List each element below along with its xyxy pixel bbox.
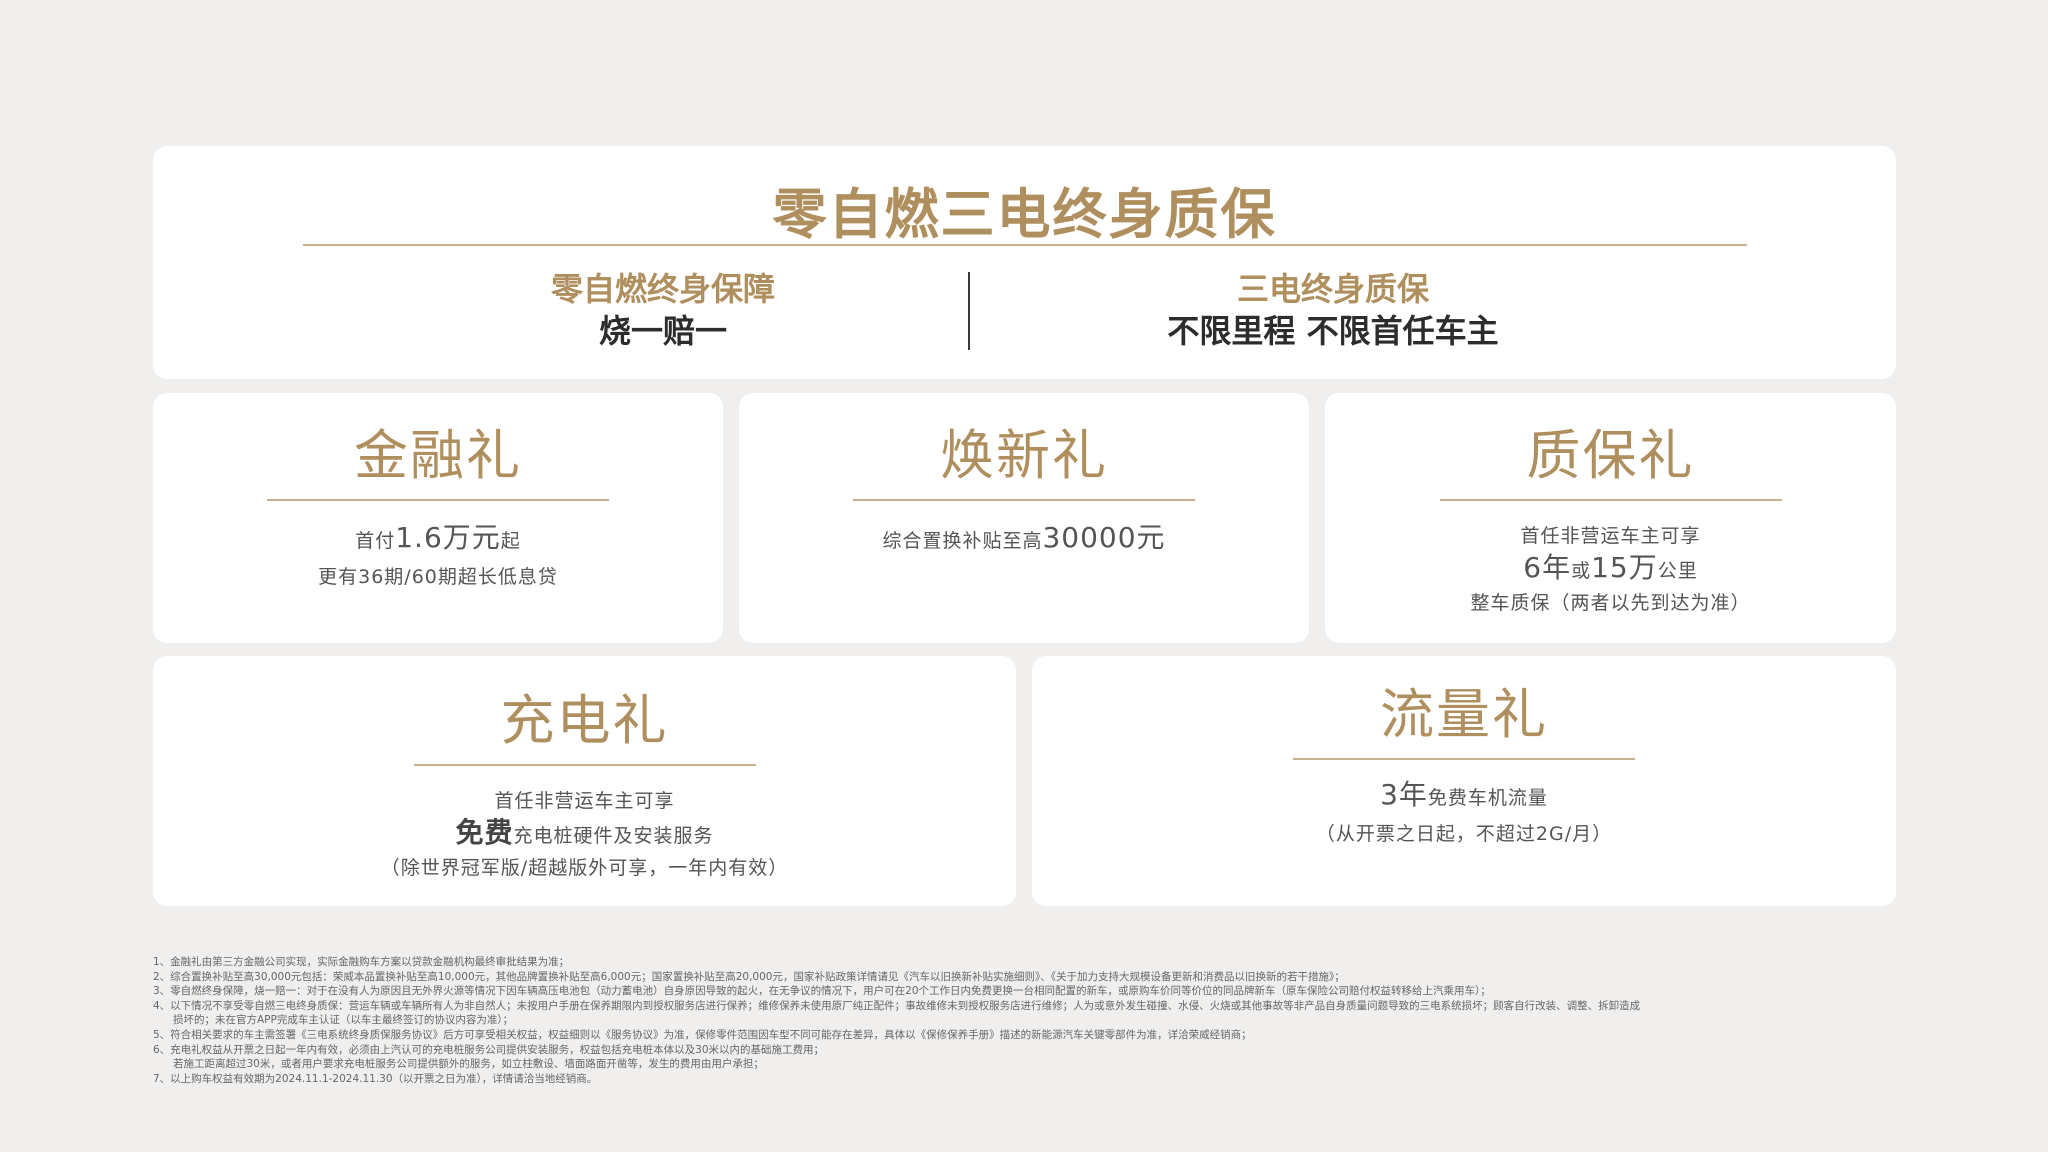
footnote: 若施工距离超过30米，或者用户要求充电桩服务公司提供额外的服务，如立柱敷设、墙面… <box>173 1058 764 1071</box>
charging-note-line: （除世界冠军版/超越版外可享，一年内有效） <box>380 857 789 879</box>
warranty-unit: 公里 <box>1657 560 1698 582</box>
down-payment-suffix: 起 <box>500 530 521 552</box>
footnote: 1、金融礼由第三方金融公司实现，实际金融购车方案以贷款金融机构最终审批结果为准； <box>153 956 570 968</box>
finance-gift-card: 金融礼 首付1.6万元起 更有36期/60期超长低息贷 <box>153 393 723 643</box>
eligibility-line: 首任非营运车主可享 <box>494 790 675 812</box>
renewal-gift-card: 焕新礼 综合置换补贴至高30000元 <box>739 393 1309 643</box>
no-self-ignition-heading: 零自燃终身保障 <box>550 270 775 308</box>
title-divider <box>1439 499 1782 501</box>
down-payment-prefix: 首付 <box>355 530 396 552</box>
vertical-divider <box>968 272 970 350</box>
charging-gift-card: 充电礼 首任非营运车主可享 免费充电桩硬件及安装服务 （除世界冠军版/超越版外可… <box>153 656 1016 906</box>
card-title: 零自燃三电终身质保 <box>772 183 1277 246</box>
data-gift-title: 流量礼 <box>1380 683 1548 746</box>
warranty-years: 6年 <box>1523 551 1572 584</box>
footnote: 6、充电礼权益从开票之日起一年内有效，必须由上汽认可的充电桩服务公司提供安装服务… <box>153 1043 825 1056</box>
footnote: 4、以下情况不享受零自燃三电终身质保：营运车辆或车辆所有人为非自然人；未按用户手… <box>153 999 1641 1012</box>
renewal-gift-title: 焕新礼 <box>940 424 1108 487</box>
finance-gift-body: 首付1.6万元起 更有36期/60期超长低息贷 <box>153 517 723 592</box>
footnote: 3、零自燃终身保障，烧一赔一：对于在没有人为原因且无外界火源等情况下因车辆高压电… <box>153 985 1491 998</box>
lifetime-warranty-card: 零自燃三电终身质保 零自燃终身保障 烧一赔一 三电终身质保 不限里程 不限首任车… <box>153 146 1896 379</box>
charger-service-text: 充电桩硬件及安装服务 <box>513 825 714 847</box>
charging-gift-title: 充电礼 <box>500 689 669 752</box>
warranty-distance: 15万 <box>1591 551 1658 584</box>
warranty-or: 或 <box>1571 560 1592 582</box>
renewal-gift-body: 综合置换补贴至高30000元 <box>739 517 1309 562</box>
free-label: 免费 <box>455 816 514 849</box>
footnote: 7、以上购车权益有效期为2024.11.1-2024.11.30（以开票之日为准… <box>153 1072 598 1085</box>
warranty-note-line: 整车质保（两者以先到达为准） <box>1470 592 1751 614</box>
title-divider <box>413 764 756 766</box>
data-suffix: 免费车机流量 <box>1427 787 1548 809</box>
no-self-ignition-body: 烧一赔一 <box>598 312 727 350</box>
data-term-line: 3年免费车机流量 <box>1032 774 1896 819</box>
warranty-gift-title: 质保礼 <box>1526 424 1695 487</box>
data-note-line: （从开票之日起，不超过2G/月） <box>1315 823 1613 845</box>
data-years: 3年 <box>1380 778 1428 811</box>
footnote: 5、符合相关要求的车主需签署《三电系统终身质保服务协议》后方可享受相关权益，权益… <box>153 1028 1252 1041</box>
trade-in-line: 综合置换补贴至高30000元 <box>739 517 1309 562</box>
no-self-ignition-block: 零自燃终身保障 烧一赔一 <box>443 268 883 352</box>
loan-line: 更有36期/60期超长低息贷 <box>318 566 558 588</box>
trade-in-prefix: 综合置换补贴至高 <box>882 530 1043 552</box>
trade-in-value: 30000元 <box>1042 521 1166 554</box>
charging-gift-body: 首任非营运车主可享 免费充电桩硬件及安装服务 （除世界冠军版/超越版外可享，一年… <box>153 786 1016 883</box>
footnote: 2、综合置换补贴至高30,000元包括：荣威本品置换补贴至高10,000元，其他… <box>153 970 1345 983</box>
title-divider <box>853 499 1195 501</box>
three-electric-body: 不限里程 不限首任车主 <box>1167 312 1499 350</box>
three-electric-heading: 三电终身质保 <box>1236 270 1429 308</box>
warranty-term-line: 6年或15万公里 <box>1325 551 1896 588</box>
title-divider <box>1293 758 1635 760</box>
three-electric-block: 三电终身质保 不限里程 不限首任车主 <box>1043 268 1623 352</box>
warranty-gift-card: 质保礼 首任非营运车主可享 6年或15万公里 整车质保（两者以先到达为准） <box>1325 393 1896 643</box>
title-divider <box>267 499 609 501</box>
warranty-gift-body: 首任非营运车主可享 6年或15万公里 整车质保（两者以先到达为准） <box>1325 521 1896 618</box>
data-gift-body: 3年免费车机流量 （从开票之日起，不超过2G/月） <box>1032 774 1896 849</box>
down-payment-line: 首付1.6万元起 <box>153 517 723 562</box>
free-charger-line: 免费充电桩硬件及安装服务 <box>153 816 1016 853</box>
title-divider <box>302 244 1747 246</box>
footnote: 损坏的；未在官方APP完成车主认证（以车主最终签订的协议内容为准）； <box>173 1014 514 1027</box>
finance-gift-title: 金融礼 <box>354 424 522 487</box>
down-payment-value: 1.6万元 <box>395 521 501 554</box>
eligibility-line: 首任非营运车主可享 <box>1520 525 1701 547</box>
footnotes: 1、金融礼由第三方金融公司实现，实际金融购车方案以贷款金融机构最终审批结果为准；… <box>153 955 1913 1086</box>
data-gift-card: 流量礼 3年免费车机流量 （从开票之日起，不超过2G/月） <box>1032 656 1896 906</box>
